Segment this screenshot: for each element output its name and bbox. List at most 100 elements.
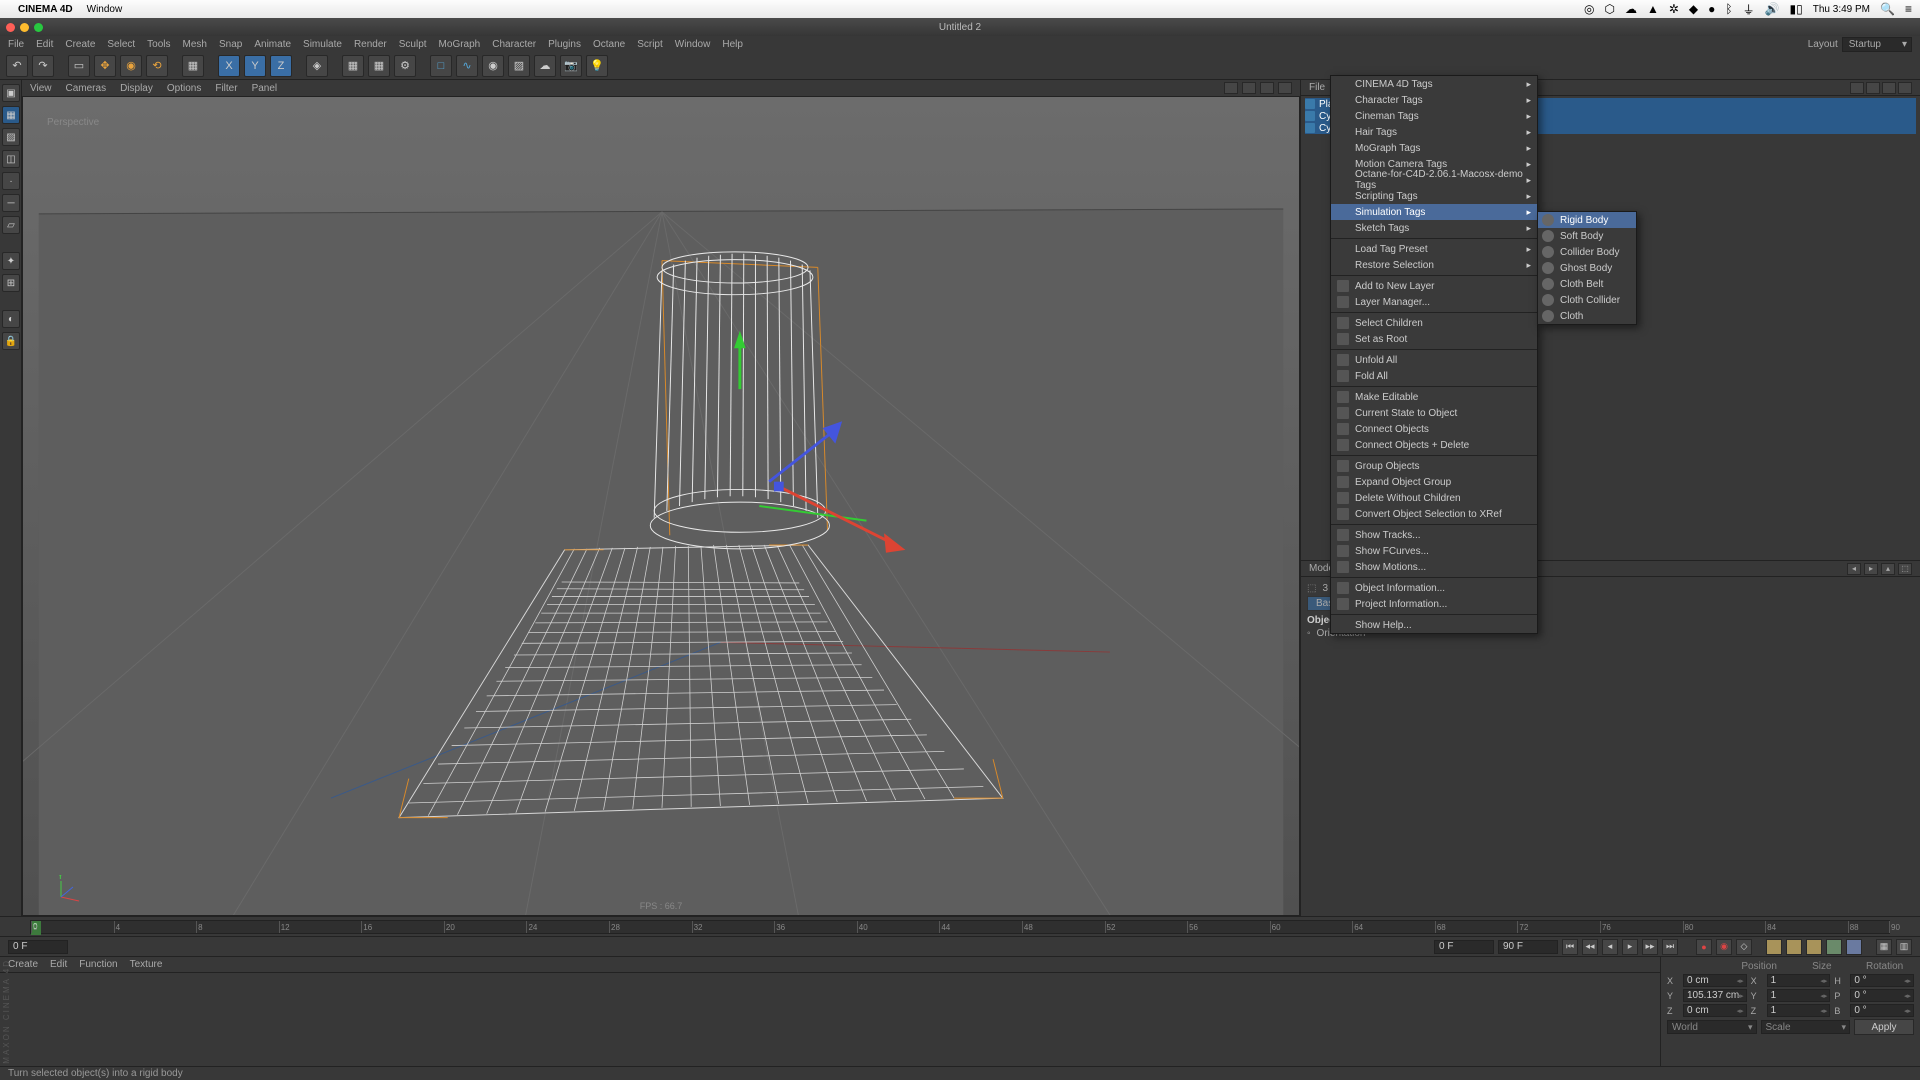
keyframe-mode[interactable]: ▦ xyxy=(1876,939,1892,955)
sm-cloth[interactable]: Cloth xyxy=(1538,308,1636,324)
minimize-button[interactable] xyxy=(20,23,29,32)
vp-nav-2[interactable] xyxy=(1242,82,1256,94)
sm-collider-body[interactable]: Collider Body xyxy=(1538,244,1636,260)
status-icon[interactable]: ◆ xyxy=(1689,2,1698,16)
pos-x-field[interactable]: 0 cm xyxy=(1683,974,1747,987)
menu-render[interactable]: Render xyxy=(354,39,387,50)
wifi-icon[interactable]: ⏚ xyxy=(1743,1,1755,18)
search-icon[interactable]: 🔍 xyxy=(1880,2,1895,16)
cm-scripting-tags[interactable]: Scripting Tags xyxy=(1331,188,1537,204)
play-back[interactable]: ◂ xyxy=(1602,939,1618,955)
add-camera[interactable]: 📷 xyxy=(560,55,582,77)
cm-add-layer[interactable]: Add to New Layer xyxy=(1331,278,1537,294)
om-menu-file[interactable]: File xyxy=(1309,82,1325,93)
cm-expand-group[interactable]: Expand Object Group xyxy=(1331,474,1537,490)
coord-system[interactable]: ◈ xyxy=(306,55,328,77)
cm-unfold[interactable]: Unfold All xyxy=(1331,352,1537,368)
cm-connect[interactable]: Connect Objects xyxy=(1331,421,1537,437)
snap-toggle[interactable]: ⊞ xyxy=(2,274,20,292)
mat-edit[interactable]: Edit xyxy=(50,959,67,970)
cm-c4d-tags[interactable]: CINEMA 4D Tags xyxy=(1331,76,1537,92)
sm-rigid-body[interactable]: Rigid Body xyxy=(1538,212,1636,228)
cm-mograph-tags[interactable]: MoGraph Tags xyxy=(1331,140,1537,156)
step-back[interactable]: ◂◂ xyxy=(1582,939,1598,955)
undo-button[interactable]: ↶ xyxy=(6,55,28,77)
menu-tools[interactable]: Tools xyxy=(147,39,170,50)
start-frame-field[interactable]: 0 F xyxy=(8,940,68,954)
attr-up[interactable]: ▴ xyxy=(1881,563,1895,575)
menu-help[interactable]: Help xyxy=(722,39,743,50)
poly-mode[interactable]: ▱ xyxy=(2,216,20,234)
make-editable[interactable]: ▣ xyxy=(2,84,20,102)
vp-menu-filter[interactable]: Filter xyxy=(215,83,237,94)
cm-show-help[interactable]: Show Help... xyxy=(1331,617,1537,633)
record-button[interactable]: ● xyxy=(1696,939,1712,955)
mat-texture[interactable]: Texture xyxy=(130,959,163,970)
recent-tool[interactable]: ▦ xyxy=(182,55,204,77)
clock[interactable]: Thu 3:49 PM xyxy=(1813,4,1870,15)
sm-cloth-collider[interactable]: Cloth Collider xyxy=(1538,292,1636,308)
menu-edit[interactable]: Edit xyxy=(36,39,53,50)
sm-cloth-belt[interactable]: Cloth Belt xyxy=(1538,276,1636,292)
vp-nav-3[interactable] xyxy=(1260,82,1274,94)
goto-start[interactable]: ⏮ xyxy=(1562,939,1578,955)
cm-show-motions[interactable]: Show Motions... xyxy=(1331,559,1537,575)
menu-mesh[interactable]: Mesh xyxy=(183,39,207,50)
key-pla[interactable] xyxy=(1846,939,1862,955)
menu-script[interactable]: Script xyxy=(637,39,663,50)
key-scale[interactable] xyxy=(1786,939,1802,955)
pos-y-field[interactable]: 105.137 cm xyxy=(1683,989,1747,1002)
om-search-icon[interactable] xyxy=(1850,82,1864,94)
rot-p-field[interactable]: 0 ° xyxy=(1850,989,1914,1002)
cm-group[interactable]: Group Objects xyxy=(1331,458,1537,474)
axis-z-toggle[interactable]: Z xyxy=(270,55,292,77)
menu-simulate[interactable]: Simulate xyxy=(303,39,342,50)
axis-mode[interactable]: ✦ xyxy=(2,252,20,270)
menu-select[interactable]: Select xyxy=(107,39,135,50)
render-pv[interactable]: ▦ xyxy=(368,55,390,77)
sm-soft-body[interactable]: Soft Body xyxy=(1538,228,1636,244)
anim-mode[interactable]: ▥ xyxy=(1896,939,1912,955)
menu-octane[interactable]: Octane xyxy=(593,39,625,50)
axis-x-toggle[interactable]: X xyxy=(218,55,240,77)
om-view-icon[interactable] xyxy=(1866,82,1880,94)
menu-character[interactable]: Character xyxy=(492,39,536,50)
menu-sculpt[interactable]: Sculpt xyxy=(399,39,427,50)
model-mode[interactable]: ▦ xyxy=(2,106,20,124)
add-generator[interactable]: ◉ xyxy=(482,55,504,77)
cm-sketch-tags[interactable]: Sketch Tags xyxy=(1331,220,1537,236)
menu-animate[interactable]: Animate xyxy=(254,39,291,50)
pos-z-field[interactable]: 0 cm xyxy=(1683,1004,1747,1017)
key-opts[interactable]: ◇ xyxy=(1736,939,1752,955)
close-button[interactable] xyxy=(6,23,15,32)
menu-icon[interactable]: ≡ xyxy=(1905,2,1912,16)
end-frame-field[interactable]: 90 F xyxy=(1498,940,1558,954)
add-deformer[interactable]: ▨ xyxy=(508,55,530,77)
edge-mode[interactable]: ─ xyxy=(2,194,20,212)
mac-menu-window[interactable]: Window xyxy=(87,4,123,15)
autokey-button[interactable]: ◉ xyxy=(1716,939,1732,955)
key-rot[interactable] xyxy=(1806,939,1822,955)
mat-create[interactable]: Create xyxy=(8,959,38,970)
vol-icon[interactable]: 🔊 xyxy=(1765,2,1780,16)
redo-button[interactable]: ↷ xyxy=(32,55,54,77)
menu-create[interactable]: Create xyxy=(65,39,95,50)
vp-nav-4[interactable] xyxy=(1278,82,1292,94)
zoom-button[interactable] xyxy=(34,23,43,32)
bt-icon[interactable]: ᛒ xyxy=(1725,2,1732,16)
goto-end[interactable]: ⏭ xyxy=(1662,939,1678,955)
cm-object-info[interactable]: Object Information... xyxy=(1331,580,1537,596)
app-name[interactable]: CINEMA 4D xyxy=(18,4,73,15)
add-environment[interactable]: ☁ xyxy=(534,55,556,77)
coord-apply-button[interactable]: Apply xyxy=(1854,1019,1914,1035)
vp-menu-cameras[interactable]: Cameras xyxy=(66,83,107,94)
cm-fold[interactable]: Fold All xyxy=(1331,368,1537,384)
cm-set-root[interactable]: Set as Root xyxy=(1331,331,1537,347)
batt-icon[interactable]: ▮▯ xyxy=(1790,2,1803,16)
key-pos[interactable] xyxy=(1766,939,1782,955)
cm-load-preset[interactable]: Load Tag Preset xyxy=(1331,241,1537,257)
select-tool[interactable]: ▭ xyxy=(68,55,90,77)
cm-show-fcurves[interactable]: Show FCurves... xyxy=(1331,543,1537,559)
om-filter-icon[interactable] xyxy=(1882,82,1896,94)
om-path-icon[interactable] xyxy=(1898,82,1912,94)
